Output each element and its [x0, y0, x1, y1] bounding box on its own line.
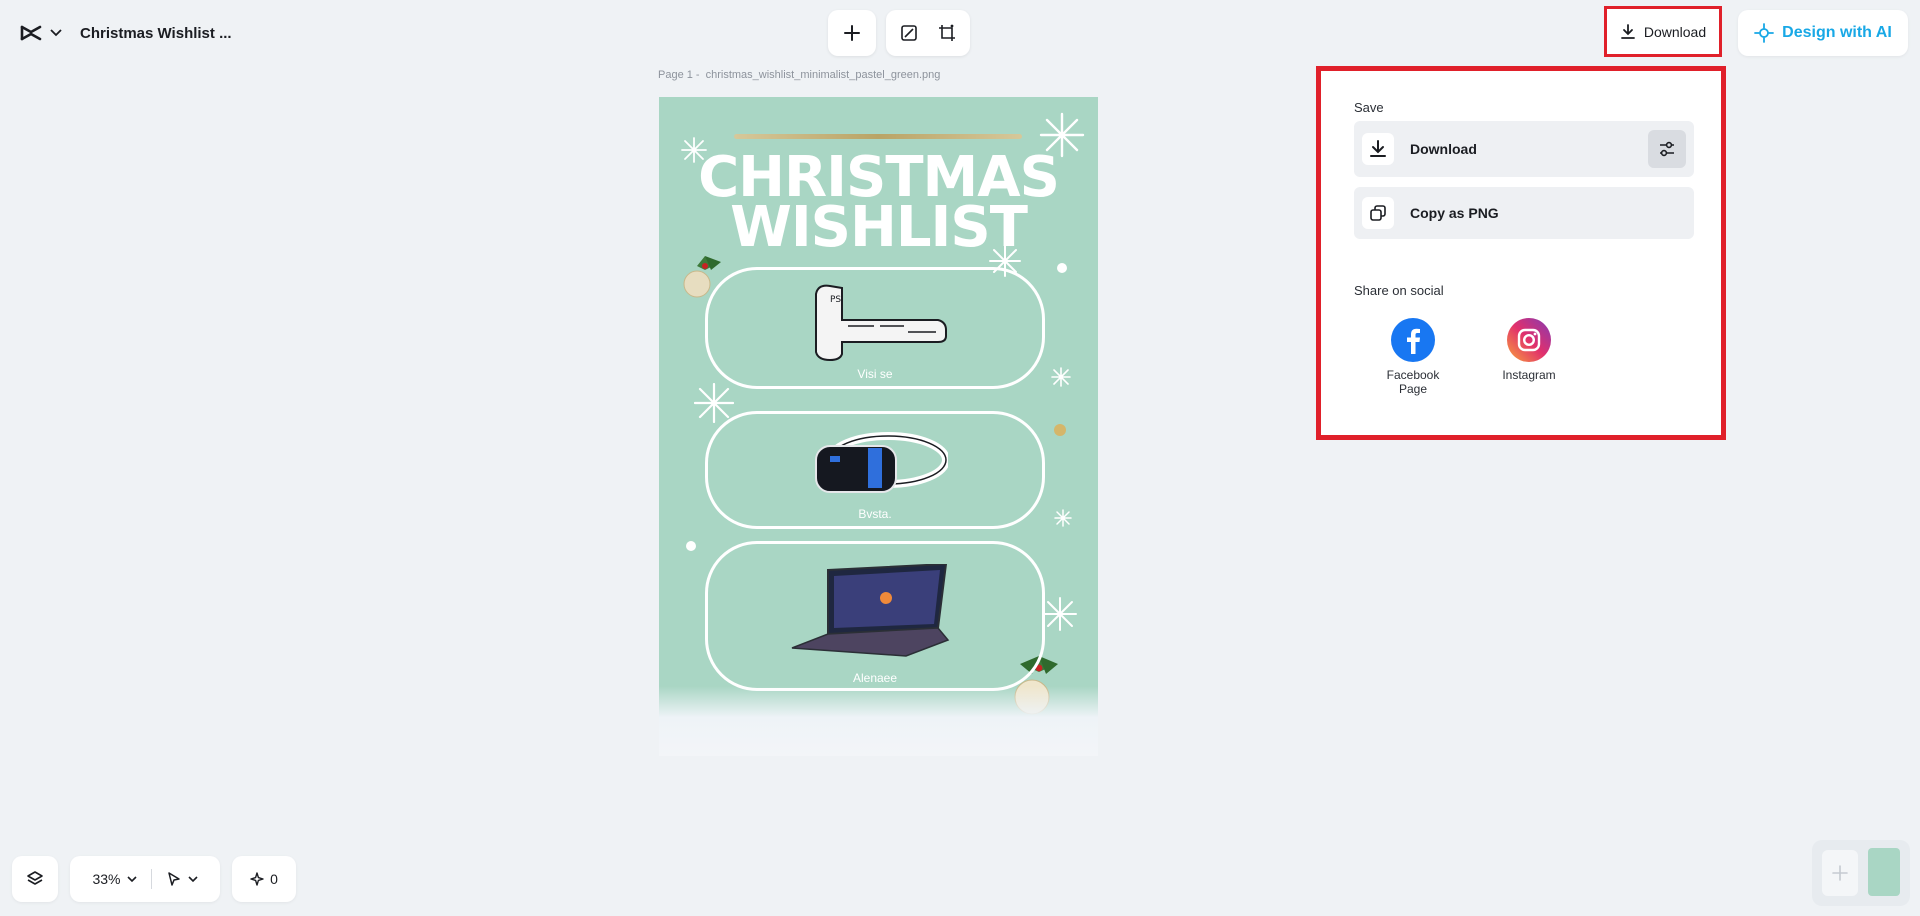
download-button[interactable]: Download: [1604, 6, 1722, 57]
wishlist-card[interactable]: Bvsta.: [705, 411, 1045, 529]
card-label[interactable]: Visi se: [708, 367, 1042, 381]
snow-dot: [686, 541, 696, 551]
chevron-down-icon: [126, 875, 137, 882]
snowflake-icon: [1051, 367, 1071, 387]
resize-icon: [901, 25, 917, 41]
add-page-button[interactable]: [1822, 850, 1858, 896]
layers-button[interactable]: [12, 856, 58, 902]
small-ornament-icon: [1054, 424, 1066, 436]
instagram-label: Instagram: [1502, 368, 1556, 382]
plus-icon: [1832, 865, 1848, 881]
download-dropdown: Save Download Copy as PNG Share on socia…: [1316, 66, 1726, 440]
instagram-icon: [1507, 318, 1551, 362]
copy-icon: [1362, 197, 1394, 229]
ai-sparkle-icon: [1754, 23, 1775, 43]
ai-credits-button[interactable]: 0: [232, 856, 296, 902]
page-thumbnails: [1812, 840, 1910, 906]
pointer-icon: [167, 872, 180, 886]
zoom-controls: 33%: [70, 856, 220, 902]
page-number: Page 1 -: [658, 69, 700, 81]
edit-toolbar: [886, 10, 970, 56]
svg-text:PS: PS: [830, 295, 841, 305]
page-thumbnail[interactable]: [1868, 848, 1900, 896]
card-label[interactable]: Bvsta.: [708, 507, 1042, 521]
download-icon: [1362, 133, 1394, 165]
facebook-share-button[interactable]: Facebook Page: [1373, 318, 1453, 396]
page-label: Page 1 - christmas_wishlist_minimalist_pa…: [658, 69, 940, 81]
copy-as-png-option[interactable]: Copy as PNG: [1354, 187, 1694, 239]
zoom-level[interactable]: 33%: [92, 871, 120, 887]
crop-icon: [939, 24, 955, 41]
snowflake-icon: [1054, 509, 1072, 527]
sparkle-icon: [250, 872, 264, 886]
sliders-icon: [1660, 141, 1674, 157]
share-heading: Share on social: [1354, 283, 1444, 298]
facebook-label: Facebook Page: [1386, 368, 1440, 396]
design-title-line-2[interactable]: WISHLIST: [659, 195, 1098, 260]
snowflake-icon: [694, 383, 734, 423]
laptop-image: [791, 564, 950, 657]
capcut-logo-icon[interactable]: [18, 20, 44, 46]
chevron-down-icon[interactable]: [50, 29, 64, 37]
wishlist-card[interactable]: PS Visi se: [705, 267, 1045, 389]
add-button[interactable]: [833, 14, 871, 52]
file-name[interactable]: christmas_wishlist_minimalist_pastel_gre…: [706, 69, 941, 81]
design-with-ai-button[interactable]: Design with AI: [1738, 10, 1908, 56]
save-heading: Save: [1354, 100, 1384, 115]
download-button-label: Download: [1643, 23, 1707, 40]
download-icon: [1620, 23, 1635, 39]
vr-headset-image: [815, 432, 948, 493]
chevron-down-icon: [187, 875, 198, 882]
facebook-icon: [1391, 318, 1435, 362]
design-with-ai-label: Design with AI: [1782, 24, 1892, 41]
top-left-bar: Christmas Wishlist ...: [8, 12, 232, 54]
copy-as-png-label: Copy as PNG: [1410, 205, 1499, 221]
instagram-share-button[interactable]: Instagram: [1489, 318, 1569, 382]
card-label[interactable]: Alenaee: [708, 671, 1042, 685]
layers-icon: [27, 871, 43, 885]
design-canvas[interactable]: CHRISTMAS WISHLIST PS Visi se Bvsta. Ale…: [659, 97, 1098, 756]
gold-divider: [734, 134, 1022, 139]
credits-count: 0: [270, 871, 278, 887]
snow-dot: [1057, 263, 1067, 273]
controller-image: PS: [815, 284, 947, 362]
add-toolbar: [828, 10, 876, 56]
download-settings-button[interactable]: [1648, 130, 1686, 168]
divider: [150, 869, 152, 889]
document-title[interactable]: Christmas Wishlist ...: [80, 25, 232, 42]
resize-button[interactable]: [890, 14, 928, 52]
wishlist-card[interactable]: Alenaee: [705, 541, 1045, 691]
download-option-label: Download: [1410, 141, 1477, 157]
crop-button[interactable]: [928, 14, 966, 52]
plus-icon: [844, 25, 860, 41]
download-option[interactable]: Download: [1354, 121, 1694, 177]
snowflake-icon: [1043, 597, 1077, 631]
snow-ground: [659, 686, 1098, 756]
